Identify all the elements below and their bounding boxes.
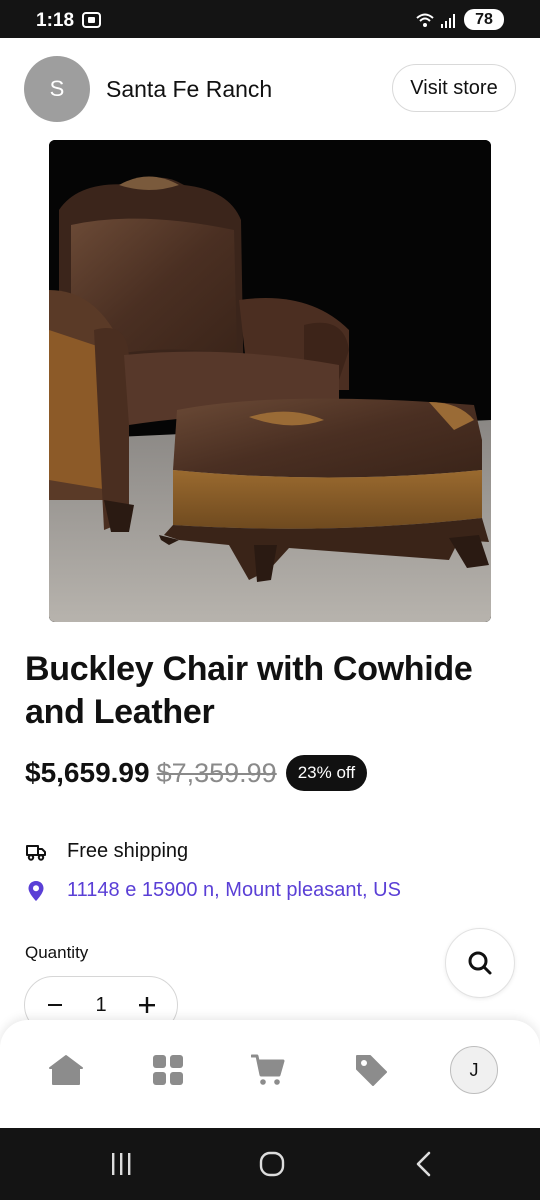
recents-button[interactable] <box>103 1148 139 1180</box>
store-header: S Santa Fe Ranch Visit store <box>0 54 540 126</box>
back-icon <box>416 1151 431 1177</box>
system-home-icon <box>259 1151 285 1177</box>
decrement-button[interactable] <box>43 993 67 1017</box>
system-nav-bar <box>0 1128 540 1200</box>
tag-icon <box>356 1055 387 1086</box>
signal-icon <box>441 12 457 28</box>
back-button[interactable] <box>406 1148 442 1180</box>
screenshot-icon <box>82 12 101 28</box>
battery-indicator: 78 <box>464 9 504 30</box>
home-icon <box>49 1055 83 1085</box>
bottom-nav: J <box>0 1020 540 1128</box>
nav-home[interactable] <box>42 1046 90 1094</box>
product-title: Buckley Chair with Cowhide and Leather <box>25 650 473 731</box>
quantity-value: 1 <box>95 993 107 1016</box>
discount-badge: 23% off <box>285 755 368 791</box>
nav-deals[interactable] <box>347 1046 395 1094</box>
truck-icon <box>25 841 47 863</box>
search-icon <box>468 951 492 975</box>
status-bar: 1:18 78 <box>0 0 540 38</box>
increment-button[interactable] <box>135 993 159 1017</box>
location-link[interactable]: 11148 e 15900 n, Mount pleasant, US <box>67 879 401 902</box>
quantity-label: Quantity <box>25 943 89 962</box>
location-row[interactable]: 11148 e 15900 n, Mount pleasant, US <box>25 879 401 902</box>
shipping-label: Free shipping <box>67 840 189 862</box>
recents-icon <box>112 1153 131 1175</box>
status-time: 1:18 <box>36 10 75 31</box>
minus-icon <box>48 1004 62 1006</box>
product-image[interactable] <box>49 140 491 622</box>
visit-store-button[interactable]: Visit store <box>392 64 516 112</box>
cart-icon <box>251 1054 285 1085</box>
price-row: $5,659.99 $7,359.99 23% off <box>25 754 368 792</box>
grid-icon <box>153 1055 183 1085</box>
price-original: $7,359.99 <box>156 757 277 788</box>
nav-categories[interactable] <box>144 1046 192 1094</box>
wifi-icon <box>416 11 434 29</box>
search-button[interactable] <box>445 928 515 998</box>
price-current: $5,659.99 <box>25 757 150 788</box>
account-avatar[interactable]: J <box>450 1046 498 1094</box>
location-pin-icon <box>25 880 47 902</box>
system-home-button[interactable] <box>254 1148 290 1180</box>
store-avatar[interactable]: S <box>24 56 90 122</box>
status-indicators: 78 <box>416 9 504 30</box>
store-name[interactable]: Santa Fe Ranch <box>106 76 272 103</box>
plus-icon <box>139 997 155 1013</box>
nav-account[interactable]: J <box>450 1046 498 1094</box>
shipping-row: Free shipping <box>25 840 188 863</box>
nav-cart[interactable] <box>244 1046 292 1094</box>
